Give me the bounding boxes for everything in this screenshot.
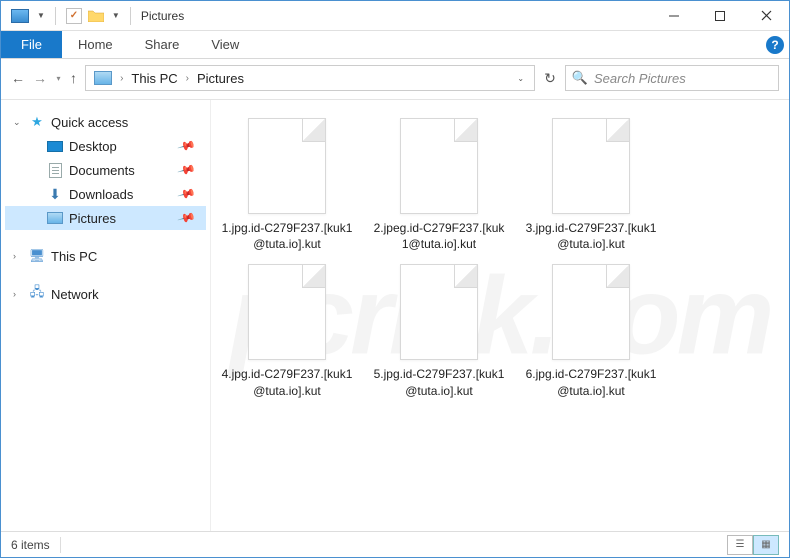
sidebar-this-pc[interactable]: › 🖥 This PC (5, 244, 206, 268)
sidebar-network[interactable]: › 🖧 Network (5, 282, 206, 306)
file-thumbnail-icon (400, 118, 478, 214)
sidebar-item-label: Documents (69, 163, 135, 178)
crumb-this-pc[interactable]: This PC (127, 71, 181, 86)
file-thumbnail-icon (552, 118, 630, 214)
maximize-button[interactable] (697, 1, 743, 31)
search-input[interactable] (594, 71, 772, 86)
sidebar-item-downloads[interactable]: ⬇ Downloads 📌 (5, 182, 206, 206)
body: ⌄ ★ Quick access Desktop 📌 Documents 📌 ⬇… (1, 100, 789, 531)
help-icon: ? (766, 36, 784, 54)
navigation-pane: ⌄ ★ Quick access Desktop 📌 Documents 📌 ⬇… (1, 100, 211, 531)
sidebar-item-documents[interactable]: Documents 📌 (5, 158, 206, 182)
navigation-bar: ← → ▾ ↑ › This PC › Pictures ⌄ ↻ 🔍 (1, 59, 789, 97)
search-icon: 🔍 (572, 70, 588, 86)
status-bar: 6 items ☰ ▦ (1, 531, 789, 557)
crumb-pictures[interactable]: Pictures (193, 71, 248, 86)
computer-icon: 🖥 (29, 250, 45, 263)
forward-button[interactable]: → (33, 67, 47, 89)
system-menu-dropdown[interactable]: ▼ (37, 11, 45, 20)
title-bar: ▼ ✓ ▼ Pictures (1, 1, 789, 31)
sidebar-item-label: This PC (51, 249, 97, 264)
sidebar-item-desktop[interactable]: Desktop 📌 (5, 134, 206, 158)
file-item[interactable]: 5.jpg.id-C279F237.[kuk1@tuta.io].kut (373, 264, 505, 398)
desktop-icon (47, 141, 63, 152)
pin-icon: 📌 (177, 208, 197, 228)
sidebar-item-label: Network (51, 287, 99, 302)
separator (130, 7, 131, 25)
file-name: 4.jpg.id-C279F237.[kuk1@tuta.io].kut (221, 366, 353, 398)
chevron-right-icon[interactable]: › (116, 73, 127, 84)
file-item[interactable]: 4.jpg.id-C279F237.[kuk1@tuta.io].kut (221, 264, 353, 398)
qat-folder-icon[interactable] (88, 8, 104, 24)
file-view[interactable]: pcrisk.com 1.jpg.id-C279F237.[kuk1@tuta.… (211, 100, 789, 531)
explorer-window: ▼ ✓ ▼ Pictures File Home Share View ? ← … (0, 0, 790, 558)
qat-properties-icon[interactable]: ✓ (66, 8, 82, 24)
chevron-right-icon[interactable]: › (13, 251, 16, 261)
network-icon: 🖧 (29, 288, 45, 301)
sidebar-item-label: Quick access (51, 115, 128, 130)
file-thumbnail-icon (248, 264, 326, 360)
separator (60, 537, 61, 553)
refresh-button[interactable]: ↻ (543, 65, 557, 91)
recent-dropdown[interactable]: ▾ (55, 67, 62, 89)
sidebar-item-pictures[interactable]: Pictures 📌 (5, 206, 206, 230)
pin-icon: 📌 (177, 184, 197, 204)
ribbon-tabs: File Home Share View ? (1, 31, 789, 59)
file-thumbnail-icon (400, 264, 478, 360)
tab-share[interactable]: Share (129, 31, 196, 58)
file-name: 2.jpeg.id-C279F237.[kuk1@tuta.io].kut (373, 220, 505, 252)
file-name: 3.jpg.id-C279F237.[kuk1@tuta.io].kut (525, 220, 657, 252)
sidebar-quick-access[interactable]: ⌄ ★ Quick access (5, 110, 206, 134)
star-icon: ★ (29, 116, 45, 129)
file-name: 1.jpg.id-C279F237.[kuk1@tuta.io].kut (221, 220, 353, 252)
search-box[interactable]: 🔍 (565, 65, 779, 91)
help-button[interactable]: ? (761, 31, 789, 58)
pictures-icon (47, 212, 63, 224)
file-thumbnail-icon (248, 118, 326, 214)
sidebar-item-label: Desktop (69, 139, 117, 154)
location-icon (94, 71, 112, 85)
close-button[interactable] (743, 1, 789, 31)
file-item[interactable]: 2.jpeg.id-C279F237.[kuk1@tuta.io].kut (373, 118, 505, 252)
pin-icon: 📌 (177, 160, 197, 180)
download-icon: ⬇ (47, 188, 63, 201)
file-item[interactable]: 3.jpg.id-C279F237.[kuk1@tuta.io].kut (525, 118, 657, 252)
sidebar-item-label: Downloads (69, 187, 133, 202)
minimize-button[interactable] (651, 1, 697, 31)
tab-home[interactable]: Home (62, 31, 129, 58)
chevron-right-icon[interactable]: › (13, 289, 16, 299)
chevron-right-icon[interactable]: › (182, 73, 193, 84)
up-button[interactable]: ↑ (70, 67, 77, 89)
file-item[interactable]: 1.jpg.id-C279F237.[kuk1@tuta.io].kut (221, 118, 353, 252)
file-tab[interactable]: File (1, 31, 62, 58)
address-bar[interactable]: › This PC › Pictures ⌄ (85, 65, 535, 91)
address-dropdown[interactable]: ⌄ (511, 74, 530, 83)
details-view-button[interactable]: ☰ (727, 535, 753, 555)
file-name: 6.jpg.id-C279F237.[kuk1@tuta.io].kut (525, 366, 657, 398)
window-icon (11, 9, 29, 23)
file-thumbnail-icon (552, 264, 630, 360)
tab-view[interactable]: View (195, 31, 255, 58)
pin-icon: 📌 (177, 136, 197, 156)
window-title: Pictures (141, 9, 184, 23)
chevron-down-icon[interactable]: ⌄ (13, 117, 21, 128)
file-grid: 1.jpg.id-C279F237.[kuk1@tuta.io].kut 2.j… (221, 118, 779, 399)
document-icon (49, 163, 62, 178)
file-item[interactable]: 6.jpg.id-C279F237.[kuk1@tuta.io].kut (525, 264, 657, 398)
thumbnails-view-button[interactable]: ▦ (753, 535, 779, 555)
back-button[interactable]: ← (11, 67, 25, 89)
separator (55, 7, 56, 25)
sidebar-item-label: Pictures (69, 211, 116, 226)
item-count: 6 items (11, 538, 50, 552)
qat-dropdown[interactable]: ▼ (112, 11, 120, 20)
file-name: 5.jpg.id-C279F237.[kuk1@tuta.io].kut (373, 366, 505, 398)
